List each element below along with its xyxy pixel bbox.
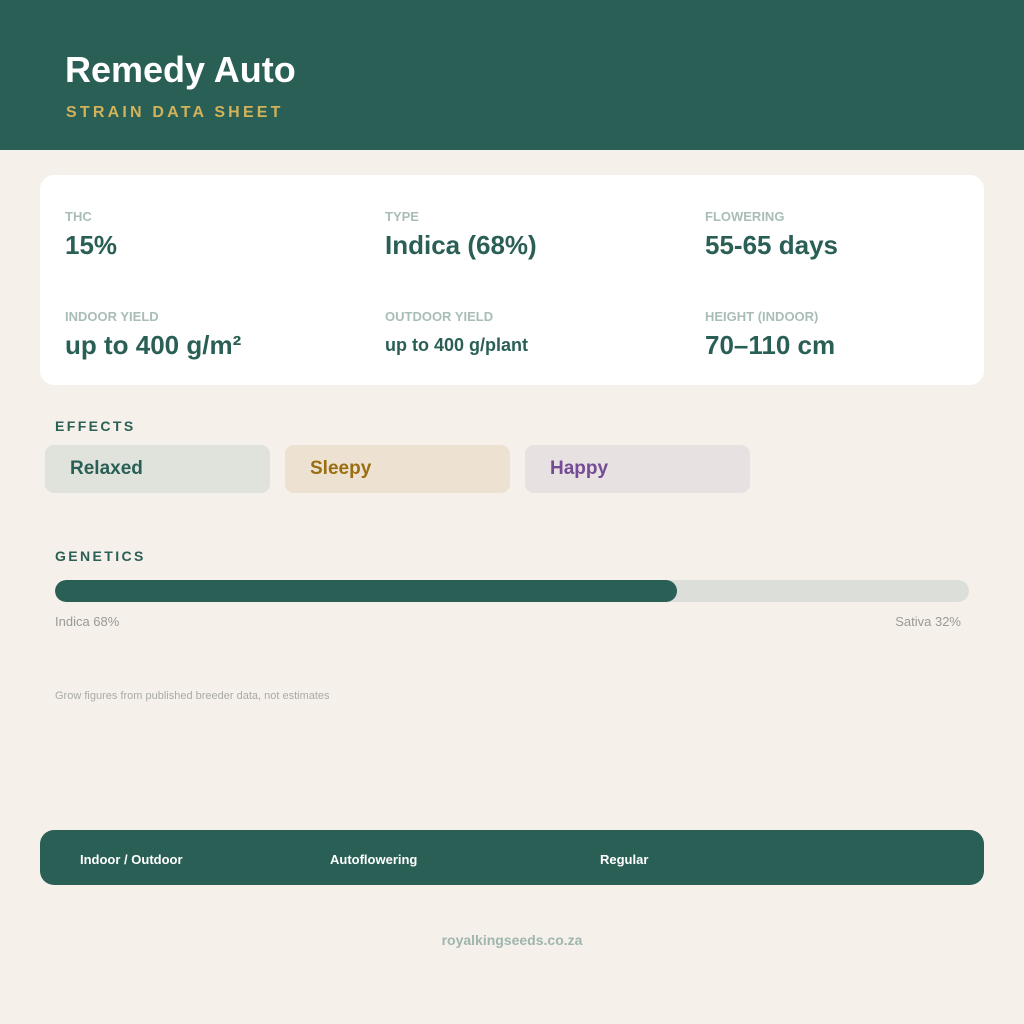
stats-card: THC 15% TYPE Indica (68%) FLOWERING 55-6… bbox=[40, 175, 984, 385]
genetics-bar bbox=[55, 580, 969, 602]
stat-flowering: FLOWERING 55-65 days bbox=[705, 209, 838, 260]
page-subtitle: STRAIN DATA SHEET bbox=[66, 104, 284, 121]
stat-label: FLOWERING bbox=[705, 209, 785, 224]
footer-item-seed-type: Regular bbox=[600, 852, 649, 867]
stat-label: INDOOR YIELD bbox=[65, 309, 159, 324]
stat-value: 55-65 days bbox=[705, 230, 838, 260]
stat-indoor-yield: INDOOR YIELD up to 400 g/m² bbox=[65, 309, 241, 360]
effects-heading: EFFECTS bbox=[55, 418, 136, 434]
effect-pill-happy: Happy bbox=[525, 445, 750, 493]
stat-height-indoor: HEIGHT (INDOOR) 70–110 cm bbox=[705, 309, 835, 360]
genetics-heading: GENETICS bbox=[55, 548, 146, 564]
stat-value: 15% bbox=[65, 230, 118, 260]
stat-value: up to 400 g/m² bbox=[65, 330, 242, 360]
footer-item-flowering-type: Autoflowering bbox=[330, 852, 418, 867]
footer-bar: Indoor / Outdoor Autoflowering Regular bbox=[40, 830, 984, 885]
header: Remedy Auto STRAIN DATA SHEET bbox=[0, 0, 1024, 150]
stat-label: HEIGHT (INDOOR) bbox=[705, 309, 819, 324]
stat-thc: THC 15% bbox=[65, 209, 117, 260]
indica-bar-fill bbox=[55, 580, 677, 602]
stat-label: TYPE bbox=[385, 209, 419, 224]
effect-pill-sleepy: Sleepy bbox=[285, 445, 510, 493]
data-source-note: Grow figures from published breeder data… bbox=[55, 690, 330, 702]
page-title: Remedy Auto bbox=[65, 49, 296, 90]
stat-value: Indica (68%) bbox=[385, 230, 537, 260]
stat-type: TYPE Indica (68%) bbox=[385, 209, 537, 260]
stat-label: THC bbox=[65, 209, 92, 224]
footer-item-environment: Indoor / Outdoor bbox=[80, 852, 183, 867]
stat-value: 70–110 cm bbox=[705, 330, 836, 360]
sativa-label: Sativa 32% bbox=[895, 614, 961, 629]
website-link[interactable]: royalkingseeds.co.za bbox=[0, 932, 1024, 948]
stat-value: up to 400 g/plant bbox=[385, 335, 529, 355]
indica-label: Indica 68% bbox=[55, 614, 120, 629]
stat-outdoor-yield: OUTDOOR YIELD up to 400 g/plant bbox=[385, 309, 528, 356]
effect-pill-relaxed: Relaxed bbox=[45, 445, 270, 493]
stat-label: OUTDOOR YIELD bbox=[385, 309, 494, 324]
